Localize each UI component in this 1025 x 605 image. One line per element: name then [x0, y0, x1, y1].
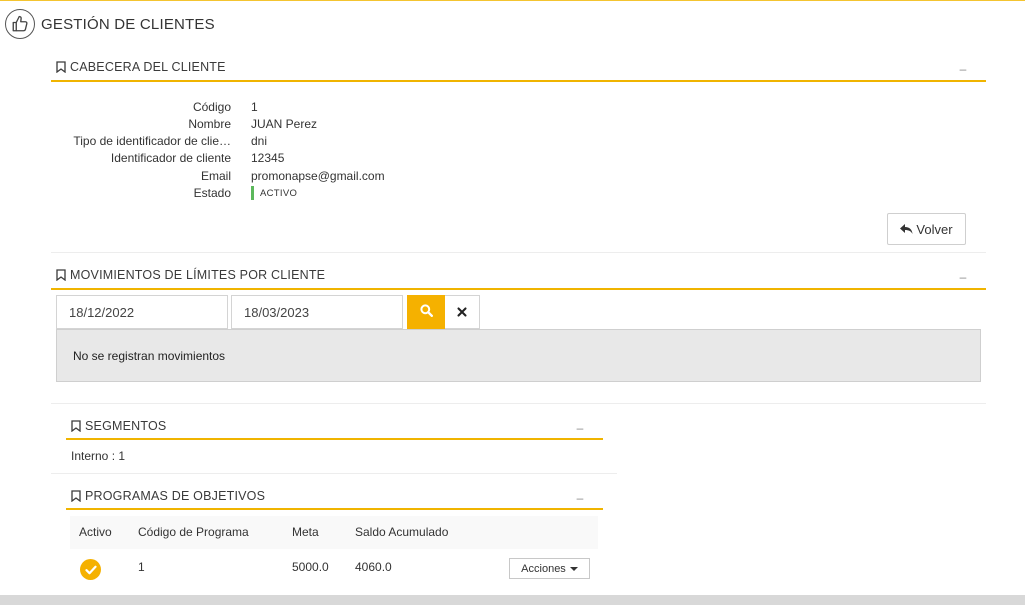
- bookmark-icon: [71, 490, 81, 502]
- field-value-email: promonapse@gmail.com: [251, 169, 385, 183]
- back-button-label: Volver: [916, 221, 953, 237]
- movements-title-text: MOVIMIENTOS DE LÍMITES POR CLIENTE: [70, 268, 326, 282]
- programs-collapse-button[interactable]: –: [575, 491, 585, 505]
- programs-rule: [66, 508, 603, 510]
- bottom-scrollbar[interactable]: [0, 595, 1025, 605]
- status-badge: ACTIVO: [251, 186, 297, 200]
- page-header: GESTIÓN DE CLIENTES: [5, 8, 215, 40]
- table-cell-saldo: 4060.0: [355, 560, 392, 574]
- segments-rule: [66, 438, 603, 440]
- client-header-collapse-button[interactable]: –: [958, 62, 968, 76]
- bookmark-icon: [56, 269, 66, 281]
- thumbs-up-icon: [5, 9, 35, 39]
- programs-title-text: PROGRAMAS DE OBJETIVOS: [85, 489, 266, 503]
- search-icon: [419, 304, 433, 320]
- reply-arrow-icon: [900, 223, 913, 235]
- field-label-identificador: Identificador de cliente: [110, 151, 231, 165]
- status-indicator-bar: [251, 186, 254, 200]
- column-header-saldo-acumulado: Saldo Acumulado: [355, 525, 449, 539]
- movements-rule: [51, 288, 986, 290]
- section-divider: [51, 473, 617, 474]
- bookmark-icon: [71, 420, 81, 432]
- segments-title: SEGMENTOS: [71, 419, 166, 433]
- date-from-input[interactable]: [56, 295, 228, 329]
- actions-dropdown-button[interactable]: Acciones: [509, 558, 590, 579]
- client-header-title-text: CABECERA DEL CLIENTE: [70, 60, 226, 74]
- field-label-estado: Estado: [193, 186, 231, 200]
- section-divider: [51, 252, 986, 253]
- caret-down-icon: [569, 566, 578, 571]
- column-header-meta: Meta: [292, 525, 319, 539]
- table-cell-codigo: 1: [138, 560, 145, 574]
- field-value-tipo-identificador: dni: [251, 134, 268, 148]
- empty-movements-message: No se registran movimientos: [73, 349, 226, 363]
- active-check-icon: [80, 559, 101, 580]
- close-icon: [457, 305, 467, 320]
- field-label-tipo-identificador: Tipo de identificador de clie…: [73, 134, 231, 148]
- programs-title: PROGRAMAS DE OBJETIVOS: [71, 489, 265, 503]
- status-text: ACTIVO: [260, 187, 298, 199]
- client-header-title: CABECERA DEL CLIENTE: [56, 60, 226, 74]
- field-label-codigo: Código: [192, 100, 231, 114]
- segments-title-text: SEGMENTOS: [85, 419, 167, 433]
- field-value-codigo: 1: [251, 100, 258, 114]
- field-label-email: Email: [200, 169, 231, 183]
- empty-movements-box: No se registran movimientos: [56, 329, 981, 382]
- movements-collapse-button[interactable]: –: [958, 270, 968, 284]
- section-divider: [51, 403, 986, 404]
- segments-collapse-button[interactable]: –: [575, 421, 585, 435]
- movements-title: MOVIMIENTOS DE LÍMITES POR CLIENTE: [56, 268, 325, 282]
- field-value-identificador: 12345: [251, 151, 285, 165]
- search-button[interactable]: [407, 295, 445, 329]
- page-title: GESTIÓN DE CLIENTES: [41, 15, 215, 33]
- date-to-input[interactable]: [231, 295, 403, 329]
- programs-table-header: Activo Código de Programa Meta Saldo Acu…: [70, 516, 598, 549]
- back-button[interactable]: Volver: [887, 213, 966, 245]
- column-header-activo: Activo: [79, 525, 112, 539]
- field-value-nombre: JUAN Perez: [251, 117, 318, 131]
- field-label-nombre: Nombre: [188, 117, 231, 131]
- clear-button[interactable]: [445, 295, 480, 329]
- segment-item: Interno : 1: [71, 449, 126, 463]
- bookmark-icon: [56, 61, 66, 73]
- actions-button-label: Acciones: [521, 562, 566, 575]
- table-cell-meta: 5000.0: [292, 560, 329, 574]
- client-header-rule: [51, 80, 986, 82]
- column-header-codigo-programa: Código de Programa: [138, 525, 249, 539]
